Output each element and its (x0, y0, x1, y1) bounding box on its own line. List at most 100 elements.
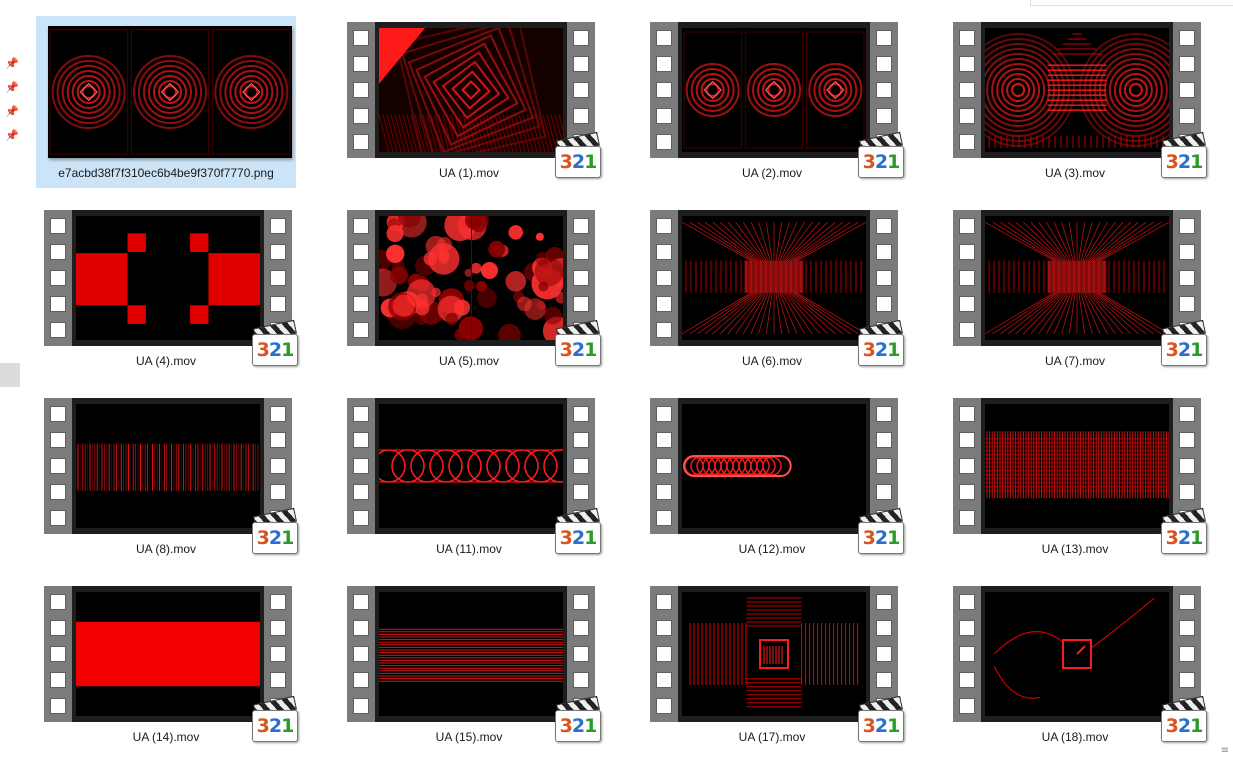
film-sprocket-hole (1179, 458, 1195, 474)
film-sprocket-hole (270, 458, 286, 474)
film-sprocket-hole (353, 322, 369, 338)
film-sprocket-hole (270, 406, 286, 422)
film-sprocket-hole (50, 218, 66, 234)
film-sprocket-hole (573, 620, 589, 636)
file-item[interactable]: 321 UA (5).mov (339, 204, 601, 376)
film-sprocket-hole (573, 270, 589, 286)
film-sprocket-hole (50, 672, 66, 688)
film-sprocket-hole (876, 108, 892, 124)
film-sprocket-hole (1179, 56, 1195, 72)
file-name: UA (4).mov (135, 354, 196, 368)
video-frame (981, 210, 1173, 346)
film-sprocket-hole (573, 82, 589, 98)
file-item[interactable]: 321 UA (12).mov (642, 392, 904, 564)
film-strip-left (347, 22, 375, 158)
film-sprocket-hole (656, 484, 672, 500)
film-sprocket-hole (50, 458, 66, 474)
film-sprocket-hole (353, 406, 369, 422)
film-sprocket-hole (876, 296, 892, 312)
film-sprocket-hole (959, 484, 975, 500)
film-sprocket-hole (1179, 406, 1195, 422)
video-frame (375, 210, 567, 346)
film-sprocket-hole (656, 672, 672, 688)
film-sprocket-hole (656, 30, 672, 46)
file-item[interactable]: 321 UA (18).mov (945, 580, 1207, 752)
video-frame (678, 398, 870, 534)
film-sprocket-hole (270, 646, 286, 662)
film-sprocket-hole (656, 406, 672, 422)
video-frame (981, 586, 1173, 722)
film-sprocket-hole (656, 620, 672, 636)
file-item[interactable]: 321 UA (1).mov (339, 16, 601, 188)
file-item[interactable]: 321 UA (6).mov (642, 204, 904, 376)
video-frame (72, 398, 264, 534)
film-sprocket-hole (876, 30, 892, 46)
film-sprocket-hole (1179, 82, 1195, 98)
film-sprocket-hole (353, 134, 369, 150)
film-sprocket-hole (959, 620, 975, 636)
file-item[interactable]: 321 UA (14).mov (36, 580, 298, 752)
film-sprocket-hole (1179, 646, 1195, 662)
film-sprocket-hole (959, 646, 975, 662)
file-item[interactable]: 321 UA (4).mov (36, 204, 298, 376)
film-sprocket-hole (270, 672, 286, 688)
file-name: UA (5).mov (438, 354, 499, 368)
film-sprocket-hole (270, 270, 286, 286)
film-sprocket-hole (1179, 108, 1195, 124)
film-sprocket-hole (573, 594, 589, 610)
video-frame (375, 398, 567, 534)
film-strip-left (953, 586, 981, 722)
film-sprocket-hole (353, 56, 369, 72)
file-item[interactable]: 321 UA (8).mov (36, 392, 298, 564)
film-sprocket-hole (876, 594, 892, 610)
film-sprocket-hole (573, 244, 589, 260)
film-sprocket-hole (959, 108, 975, 124)
details-view-icon[interactable]: ≡ (1221, 745, 1229, 756)
film-sprocket-hole (50, 698, 66, 714)
file-item[interactable]: 321 UA (13).mov (945, 392, 1207, 564)
video-frame (981, 22, 1173, 158)
video-frame (678, 22, 870, 158)
film-sprocket-hole (353, 620, 369, 636)
film-sprocket-hole (656, 698, 672, 714)
film-sprocket-hole (656, 108, 672, 124)
file-item[interactable]: 321 UA (7).mov (945, 204, 1207, 376)
file-item[interactable]: 321 UA (11).mov (339, 392, 601, 564)
film-sprocket-hole (876, 646, 892, 662)
video-frame (72, 210, 264, 346)
film-sprocket-hole (876, 56, 892, 72)
film-sprocket-hole (50, 510, 66, 526)
film-sprocket-hole (353, 30, 369, 46)
film-sprocket-hole (573, 30, 589, 46)
film-sprocket-hole (1179, 218, 1195, 234)
film-sprocket-hole (656, 432, 672, 448)
film-sprocket-hole (959, 244, 975, 260)
video-frame (678, 586, 870, 722)
file-item[interactable]: 321 UA (17).mov (642, 580, 904, 752)
film-sprocket-hole (876, 244, 892, 260)
film-sprocket-hole (353, 646, 369, 662)
film-sprocket-hole (656, 458, 672, 474)
file-item[interactable]: 321 UA (2).mov (642, 16, 904, 188)
video-thumbnail: 321 (650, 586, 904, 742)
film-sprocket-hole (353, 296, 369, 312)
film-strip-left (347, 398, 375, 534)
film-sprocket-hole (959, 406, 975, 422)
file-name: UA (13).mov (1041, 542, 1109, 556)
film-sprocket-hole (1179, 594, 1195, 610)
video-thumbnail: 321 (347, 586, 601, 742)
film-sprocket-hole (959, 134, 975, 150)
film-sprocket-hole (1179, 432, 1195, 448)
video-thumbnail: 321 (347, 210, 601, 366)
file-name: UA (8).mov (135, 542, 196, 556)
film-sprocket-hole (876, 82, 892, 98)
video-thumbnail: 321 (650, 210, 904, 366)
file-name: UA (15).mov (435, 730, 503, 744)
film-sprocket-hole (656, 56, 672, 72)
film-sprocket-hole (353, 270, 369, 286)
film-sprocket-hole (353, 672, 369, 688)
film-sprocket-hole (50, 270, 66, 286)
file-item[interactable]: e7acbd38f7f310ec6b4be9f370f7770.png (36, 16, 296, 188)
file-item[interactable]: 321 UA (15).mov (339, 580, 601, 752)
file-item[interactable]: 321 UA (3).mov (945, 16, 1207, 188)
